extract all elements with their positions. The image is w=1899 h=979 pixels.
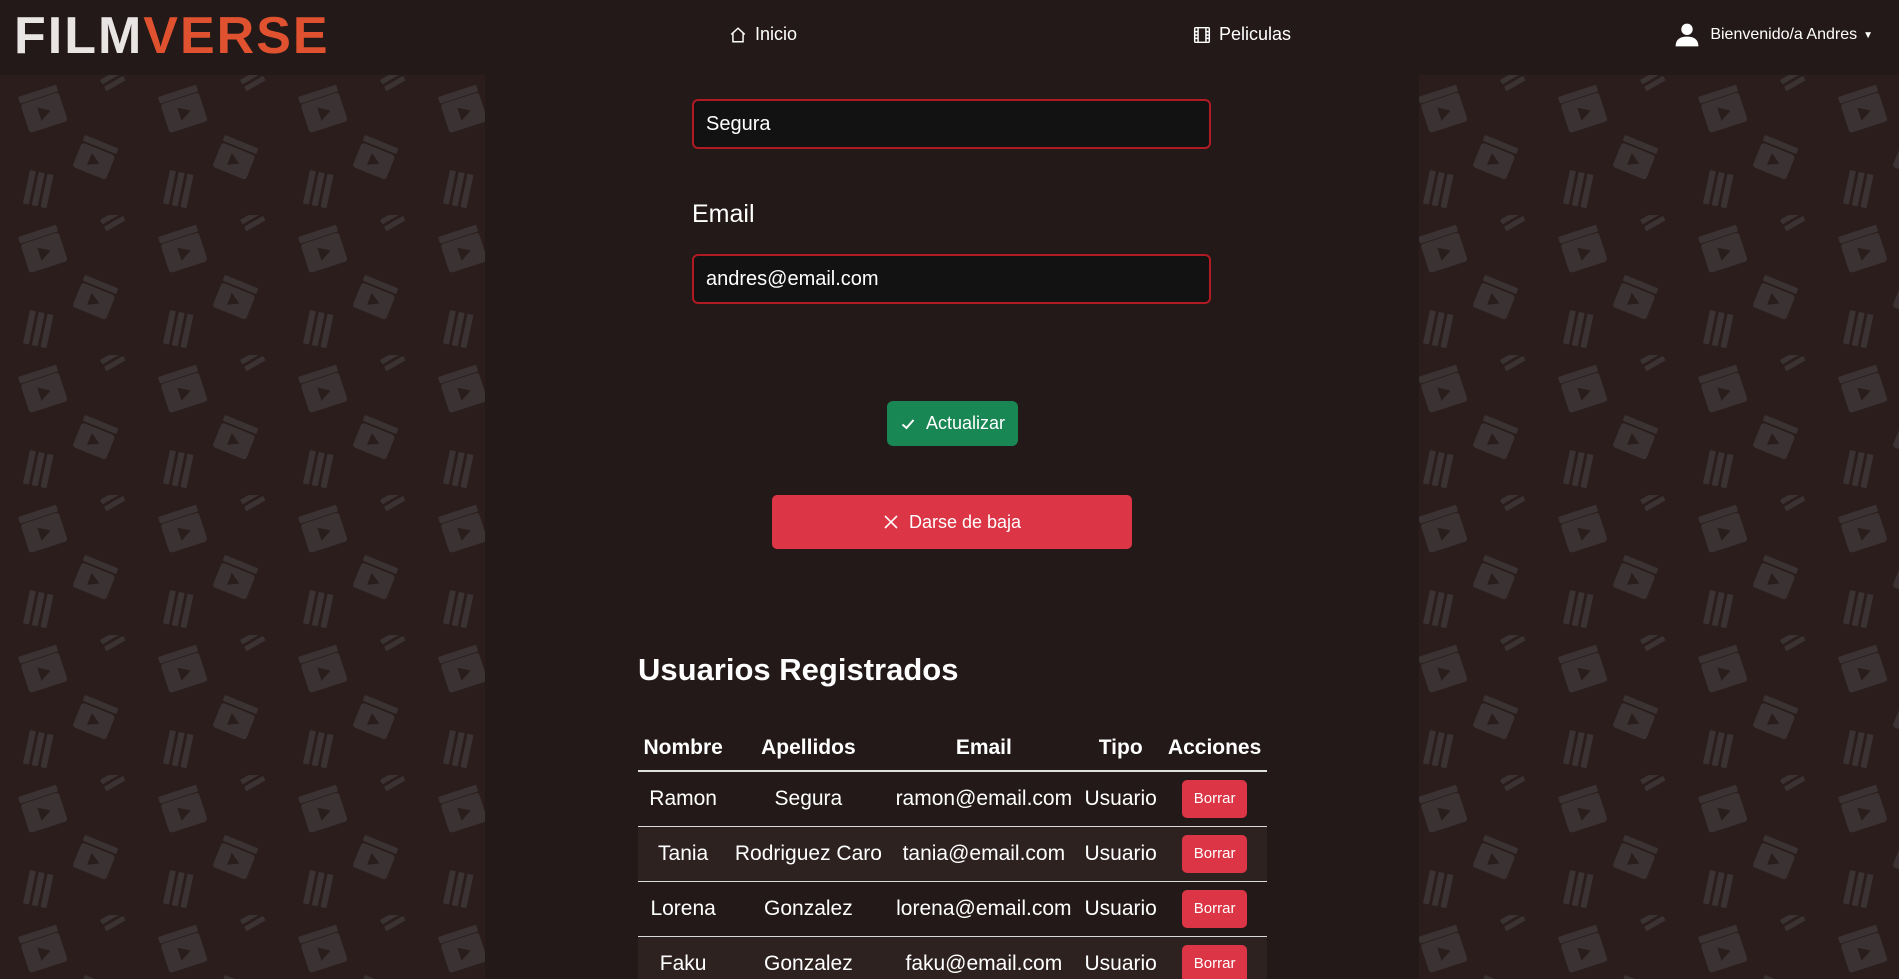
cell-email: lorena@email.com <box>888 881 1080 937</box>
column-header-email: Email <box>888 725 1080 772</box>
cell-acciones: Borrar <box>1162 936 1267 979</box>
column-header-acciones: Acciones <box>1162 725 1267 772</box>
cell-acciones: Borrar <box>1162 826 1267 882</box>
update-button-label: Actualizar <box>925 413 1006 433</box>
cell-nombre: Tania <box>638 826 729 882</box>
home-icon <box>730 26 746 42</box>
surname-input[interactable] <box>692 99 1211 149</box>
logo-text-verse: VERSE <box>143 7 330 65</box>
cell-email: faku@email.com <box>888 936 1080 979</box>
check-icon <box>901 418 915 429</box>
cell-nombre: Faku <box>638 936 729 979</box>
delete-account-button[interactable]: Darse de baja <box>772 495 1132 549</box>
delete-user-button[interactable]: Borrar <box>1181 834 1248 873</box>
user-icon <box>1675 23 1699 47</box>
cell-apellidos: Gonzalez <box>728 881 889 937</box>
user-greeting: Bienvenido/a Andres <box>1710 26 1858 43</box>
column-header-nombre: Nombre <box>638 725 729 772</box>
cell-tipo: Usuario <box>1079 881 1163 937</box>
users-section-title: Usuarios Registrados <box>638 652 959 687</box>
nav-peliculas-label: Peliculas <box>1219 24 1292 44</box>
delete-user-button[interactable]: Borrar <box>1181 944 1248 979</box>
cell-email: tania@email.com <box>888 826 1080 882</box>
user-dropdown[interactable]: Bienvenido/a Andres ▼ <box>1674 22 1873 48</box>
logo-text-film: FILM <box>14 7 144 65</box>
filmverse-logo[interactable]: FILMVERSE <box>14 10 330 62</box>
users-table: Nombre Apellidos Email Tipo Acciones Ram… <box>638 725 1267 979</box>
chevron-down-icon: ▼ <box>1863 29 1873 41</box>
cell-tipo: Usuario <box>1079 771 1163 827</box>
email-input[interactable] <box>692 254 1211 304</box>
cell-email: ramon@email.com <box>888 771 1080 827</box>
table-header-row: Nombre Apellidos Email Tipo Acciones <box>638 725 1267 772</box>
cell-tipo: Usuario <box>1079 936 1163 979</box>
delete-account-label: Darse de baja <box>908 511 1022 532</box>
close-icon <box>884 515 898 529</box>
cell-tipo: Usuario <box>1079 826 1163 882</box>
table-row: Tania Rodriguez Caro tania@email.com Usu… <box>638 826 1267 882</box>
cell-acciones: Borrar <box>1162 881 1267 937</box>
cell-acciones: Borrar <box>1162 771 1267 827</box>
update-button[interactable]: Actualizar <box>887 401 1018 446</box>
table-row: Lorena Gonzalez lorena@email.com Usuario… <box>638 881 1267 937</box>
table-row: Ramon Segura ramon@email.com Usuario Bor… <box>638 771 1267 827</box>
table-row: Faku Gonzalez faku@email.com Usuario Bor… <box>638 936 1267 979</box>
cell-nombre: Lorena <box>638 881 729 937</box>
cell-apellidos: Rodriguez Caro <box>728 826 889 882</box>
nav-inicio-label: Inicio <box>755 24 798 44</box>
column-header-apellidos: Apellidos <box>728 725 889 772</box>
cell-apellidos: Segura <box>728 771 889 827</box>
nav-link-inicio[interactable]: Inicio <box>729 24 797 45</box>
delete-user-button[interactable]: Borrar <box>1181 889 1248 928</box>
nav-link-peliculas[interactable]: Peliculas <box>1193 24 1291 45</box>
cell-nombre: Ramon <box>638 771 729 827</box>
film-icon <box>1193 26 1211 43</box>
delete-user-button[interactable]: Borrar <box>1181 779 1248 818</box>
email-label: Email <box>692 200 755 228</box>
top-navbar: FILMVERSE Inicio Peliculas Bienvenido/a … <box>0 0 1899 75</box>
column-header-tipo: Tipo <box>1079 725 1163 772</box>
cell-apellidos: Gonzalez <box>728 936 889 979</box>
